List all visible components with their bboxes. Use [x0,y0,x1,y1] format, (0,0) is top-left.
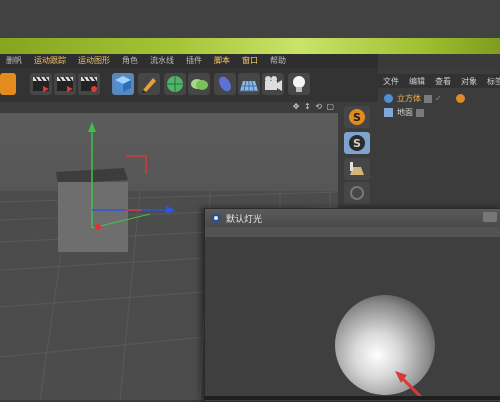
floor-environment-button[interactable] [238,73,260,95]
main-toolbar [0,68,378,102]
film-icon [57,76,73,92]
menu-item-plugins[interactable]: 插件 [180,54,208,68]
s-tag-icon: S [349,109,365,125]
side-palette: S S [338,102,378,208]
bottom-edge [204,396,500,400]
sphere-icon [167,76,183,92]
default-light-title: 默认灯光 [226,214,263,225]
light-preview-area[interactable] [209,239,499,399]
snap-button[interactable] [344,182,370,204]
pen-icon [142,78,156,93]
svg-text:S: S [353,137,361,150]
menu-item-character[interactable]: 角色 [116,54,144,68]
menu-item-mograph[interactable]: 运动图形 [72,54,116,68]
om-menu-edit[interactable]: 编辑 [404,76,430,87]
object-manager-menu: 文件 编辑 查看 对象 标签 [378,74,500,88]
window-minimize-button[interactable] [483,212,497,222]
camera-button[interactable] [262,73,284,95]
render-settings-button[interactable] [78,73,100,95]
om-menu-view[interactable]: 查看 [430,76,456,87]
array-button[interactable] [188,73,210,95]
cube-primitive-button[interactable] [112,73,134,95]
light-preview-sphere[interactable] [335,295,435,395]
deformer-button[interactable] [214,73,236,95]
film-icon [33,76,49,92]
app-logo-icon [211,213,221,223]
cube-icon [115,76,131,92]
floor-grid-icon [240,80,258,92]
om-menu-file[interactable]: 文件 [378,76,404,87]
toolbar-left-edge-button[interactable] [0,73,16,95]
menu-item-delete[interactable]: 删帆 [0,54,28,68]
film-icon [81,76,97,92]
svg-text:S: S [353,111,361,124]
light-bulb-icon [293,76,305,92]
object-row-floor[interactable]: 地面 [384,106,424,119]
object-row-cube[interactable]: 立方体 ✓ [384,92,465,105]
light-preview-canvas[interactable] [209,239,499,399]
default-light-window: 默认灯光 [204,208,500,402]
camera-icon [265,76,282,91]
workplane-button[interactable] [344,158,370,180]
enabled-check-icon[interactable]: ✓ [435,94,442,103]
workplane-icon [350,162,364,175]
om-menu-object[interactable]: 对象 [456,76,482,87]
om-menu-tags[interactable]: 标签 [482,76,500,87]
cube-object[interactable] [58,182,128,252]
cube-object-icon [384,94,393,103]
menu-item-motion-tracking[interactable]: 运动跟踪 [28,54,72,68]
menu-item-window[interactable]: 窗口 [236,54,264,68]
window-grip-strip [205,227,500,237]
menu-item-pipeline[interactable]: 流水线 [144,54,180,68]
light-button[interactable] [288,73,310,95]
floor-object-icon [384,108,393,117]
object-name-floor[interactable]: 地面 [397,107,413,118]
snap-icon [350,186,364,200]
window-title-band [0,38,500,54]
render-view-button[interactable] [30,73,52,95]
menu-item-help[interactable]: 帮助 [264,54,292,68]
material-tag-icon[interactable] [456,94,465,103]
array-icon [191,79,208,90]
deformer-icon [219,76,231,92]
s-tag-button-active[interactable]: S [344,132,370,154]
object-name-cube[interactable]: 立方体 [397,93,421,104]
s-tag-button[interactable]: S [344,106,370,128]
render-picture-viewer-button[interactable] [54,73,76,95]
default-light-title-bar[interactable]: 默认灯光 [205,209,500,227]
menu-item-script[interactable]: 脚本 [208,54,236,68]
desktop-top-band [0,0,500,38]
subdivision-surface-button[interactable] [164,73,186,95]
s-tag-icon: S [349,135,365,151]
layer-toggle[interactable] [424,94,432,103]
layer-toggle[interactable] [416,108,424,117]
pen-spline-button[interactable] [138,73,160,95]
object-manager-panel [378,68,500,208]
main-menu-bar: 删帆 运动跟踪 运动图形 角色 流水线 插件 脚本 窗口 帮助 [0,54,378,68]
